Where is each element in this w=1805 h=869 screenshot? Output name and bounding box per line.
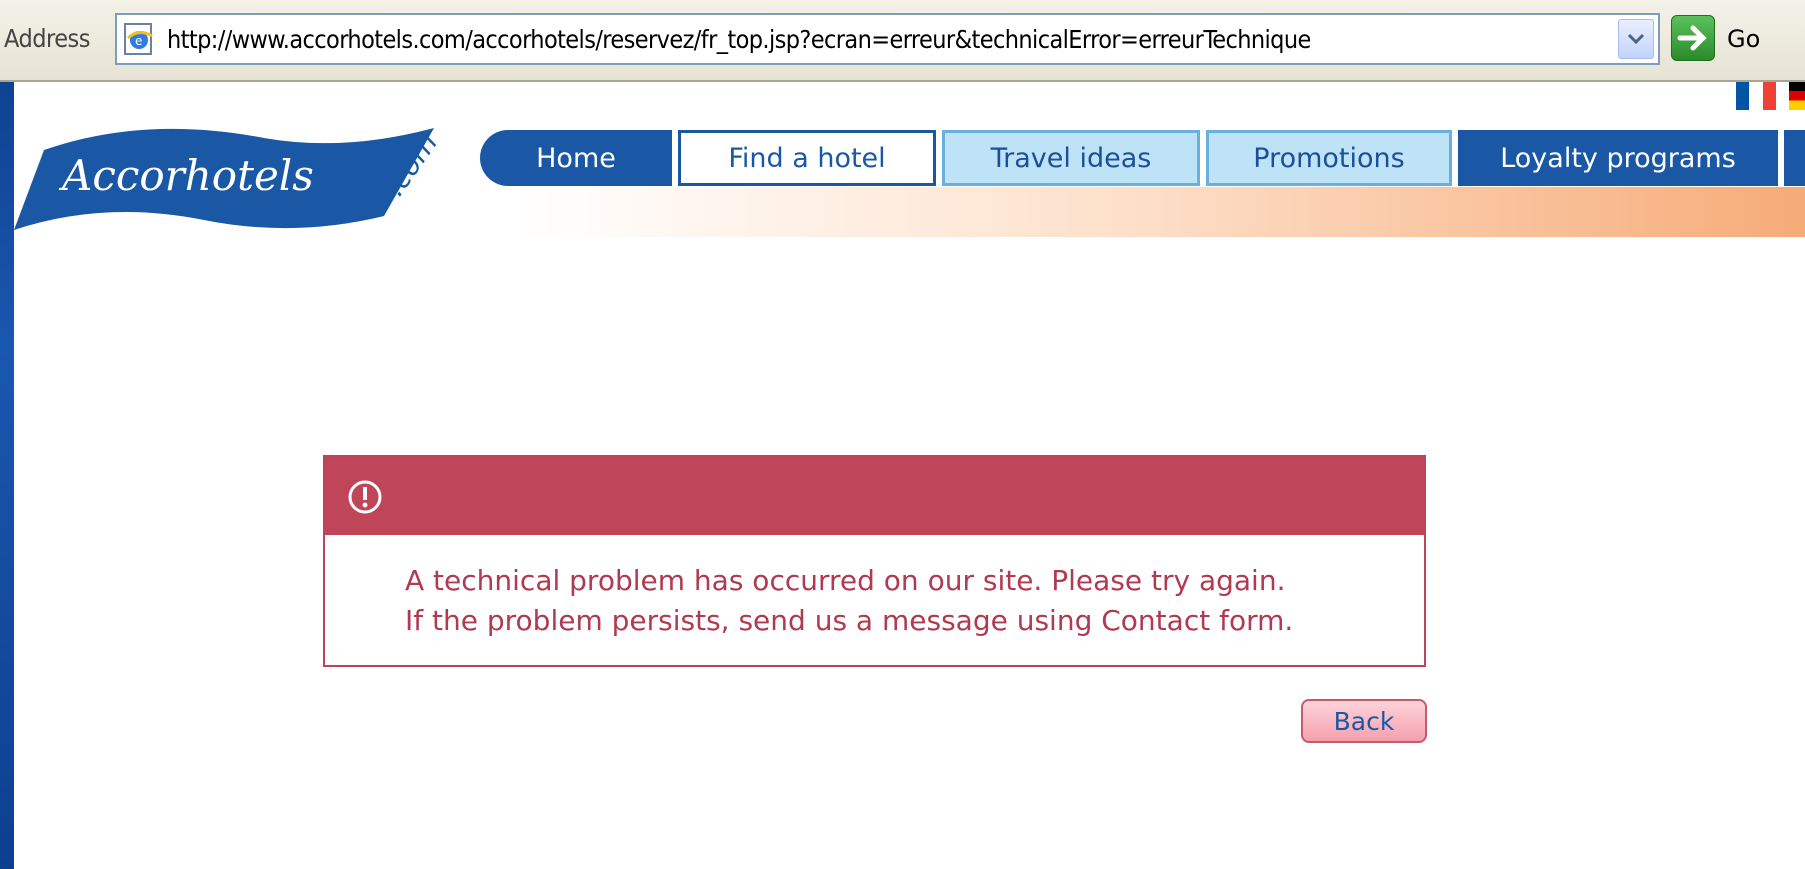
main-nav: Home Find a hotel Travel ideas Promotion…	[480, 130, 1805, 186]
address-label: Address	[4, 24, 90, 53]
back-button[interactable]: Back	[1301, 699, 1427, 743]
go-arrow-icon	[1671, 15, 1715, 61]
site-logo[interactable]: Accorhotels .com	[14, 120, 464, 230]
nav-home[interactable]: Home	[480, 130, 672, 186]
nav-promotions[interactable]: Promotions	[1206, 130, 1452, 186]
nav-travel-ideas[interactable]: Travel ideas	[942, 130, 1200, 186]
flag-fr-icon[interactable]	[1736, 82, 1776, 110]
flag-de-icon[interactable]	[1789, 82, 1805, 110]
error-message-line-1: A technical problem has occurred on our …	[405, 564, 1286, 597]
error-header	[325, 457, 1424, 535]
nav-gradient-strip	[514, 187, 1805, 237]
error-panel: A technical problem has occurred on our …	[323, 455, 1426, 667]
nav-more[interactable]	[1784, 130, 1805, 186]
ie-page-icon: e	[124, 23, 153, 55]
svg-text:e: e	[135, 34, 142, 48]
error-message-line-2: If the problem persists, send us a messa…	[405, 604, 1294, 637]
go-label: Go	[1727, 25, 1761, 53]
nav-find-hotel[interactable]: Find a hotel	[678, 130, 936, 186]
dropdown-arrow-icon	[1627, 33, 1645, 45]
url-text: http://www.accorhotels.com/accorhotels/r…	[167, 25, 1311, 54]
url-field[interactable]: e http://www.accorhotels.com/accorhotels…	[115, 13, 1660, 65]
svg-text:Accorhotels: Accorhotels	[58, 151, 314, 200]
url-dropdown-button[interactable]	[1618, 19, 1654, 59]
nav-loyalty-programs[interactable]: Loyalty programs	[1458, 130, 1778, 186]
error-message: A technical problem has occurred on our …	[405, 561, 1293, 641]
go-button[interactable]: Go	[1671, 13, 1805, 65]
web-page: Accorhotels .com Home Find a hotel Trave…	[14, 82, 1805, 869]
warning-icon	[348, 480, 382, 514]
browser-address-bar: Address e http://www.accorhotels.com/acc…	[0, 0, 1805, 82]
